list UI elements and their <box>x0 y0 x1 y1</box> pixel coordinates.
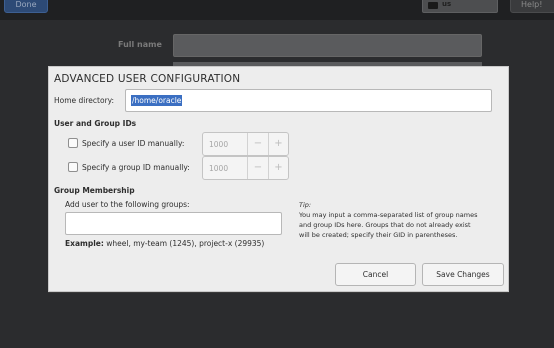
ids-section-title: User and Group IDs <box>54 119 137 128</box>
example-text: wheel, my-team (1245), project-x (29935) <box>103 239 265 248</box>
full-name-input <box>173 34 482 57</box>
help-button[interactable]: Help! <box>510 0 554 13</box>
user-id-checkbox[interactable] <box>68 138 78 148</box>
top-bar: Done us Help! <box>0 0 554 20</box>
group-id-label: Specify a group ID manually: <box>82 163 190 172</box>
user-id-decrement-button[interactable]: − <box>247 133 268 155</box>
keyboard-layout-indicator[interactable]: us <box>422 0 498 13</box>
user-id-value: 1000 <box>209 140 229 149</box>
tip-body: You may input a comma-separated list of … <box>299 211 478 239</box>
user-id-label: Specify a user ID manually: <box>82 139 185 148</box>
home-directory-value: /home/oracle <box>131 95 183 106</box>
save-changes-button[interactable]: Save Changes <box>422 263 504 286</box>
example-prefix: Example: <box>65 239 104 248</box>
full-name-label: Full name <box>118 40 162 49</box>
done-button[interactable]: Done <box>4 0 48 13</box>
home-directory-input[interactable]: /home/oracle <box>125 89 492 112</box>
advanced-user-config-dialog: ADVANCED USER CONFIGURATION Home directo… <box>48 66 509 292</box>
groups-tip: Tip: You may input a comma-separated lis… <box>299 200 481 240</box>
dialog-shadow-line <box>48 292 509 293</box>
group-id-increment-button[interactable]: + <box>268 157 288 179</box>
user-id-increment-button[interactable]: + <box>268 133 288 155</box>
group-id-decrement-button[interactable]: − <box>247 157 268 179</box>
membership-section-title: Group Membership <box>54 186 135 195</box>
dialog-title: ADVANCED USER CONFIGURATION <box>54 73 241 85</box>
home-directory-label: Home directory: <box>54 96 115 105</box>
keyboard-layout-label: us <box>442 0 452 8</box>
group-id-stepper: 1000 − + <box>202 156 289 180</box>
group-id-value: 1000 <box>209 164 229 173</box>
keyboard-icon <box>428 2 438 9</box>
groups-example: Example: wheel, my-team (1245), project-… <box>65 239 264 248</box>
user-id-stepper: 1000 − + <box>202 132 289 156</box>
group-id-checkbox[interactable] <box>68 162 78 172</box>
groups-label: Add user to the following groups: <box>65 200 190 209</box>
cancel-button[interactable]: Cancel <box>335 263 416 286</box>
tip-heading: Tip: <box>299 201 312 209</box>
groups-input[interactable] <box>65 212 282 235</box>
